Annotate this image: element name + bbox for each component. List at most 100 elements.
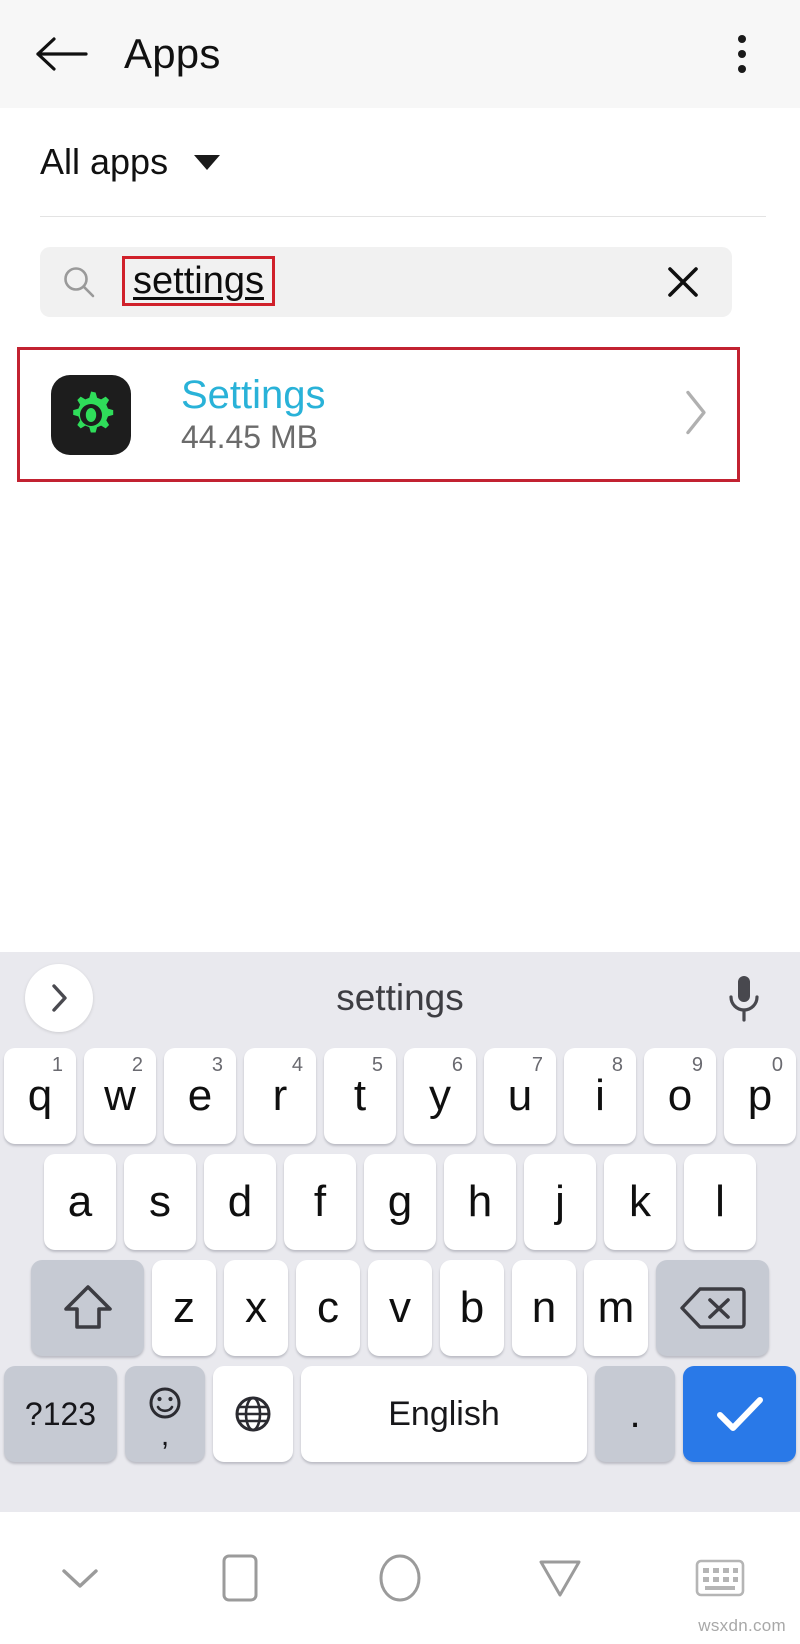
search-input[interactable]: settings bbox=[40, 247, 732, 317]
key-label: e bbox=[187, 1071, 213, 1120]
keyboard-row-4: ?123 , English . bbox=[0, 1366, 800, 1462]
key-u[interactable]: 7u bbox=[484, 1048, 556, 1144]
suggestion-bar: settings bbox=[0, 952, 800, 1044]
key-num: 7 bbox=[531, 1054, 543, 1076]
key-b[interactable]: b bbox=[440, 1260, 504, 1356]
key-k[interactable]: k bbox=[604, 1154, 676, 1250]
key-shift[interactable] bbox=[31, 1260, 144, 1356]
key-label: d bbox=[227, 1177, 253, 1226]
key-v[interactable]: v bbox=[368, 1260, 432, 1356]
key-label: h bbox=[467, 1177, 493, 1226]
nav-home[interactable] bbox=[320, 1512, 480, 1644]
key-q[interactable]: 1q bbox=[4, 1048, 76, 1144]
key-j[interactable]: j bbox=[524, 1154, 596, 1250]
phone-screen: Apps All apps settings Settings 44.45 MB… bbox=[0, 0, 800, 1644]
search-icon bbox=[64, 267, 95, 298]
key-num: 8 bbox=[611, 1054, 623, 1076]
app-list-item-settings[interactable]: Settings 44.45 MB bbox=[20, 350, 737, 479]
key-z[interactable]: z bbox=[152, 1260, 216, 1356]
key-period[interactable]: . bbox=[595, 1366, 675, 1462]
key-s[interactable]: s bbox=[124, 1154, 196, 1250]
nav-hide-keyboard[interactable] bbox=[0, 1512, 160, 1644]
key-x[interactable]: x bbox=[224, 1260, 288, 1356]
key-symbols[interactable]: ?123 bbox=[4, 1366, 117, 1462]
key-num: 3 bbox=[211, 1054, 223, 1076]
search-text-annotation: settings bbox=[122, 256, 275, 306]
key-backspace[interactable] bbox=[656, 1260, 769, 1356]
more-vertical-icon bbox=[738, 35, 746, 43]
microphone-icon bbox=[729, 976, 759, 1022]
key-label: t bbox=[353, 1071, 367, 1120]
key-label: b bbox=[459, 1283, 485, 1332]
key-num: 5 bbox=[371, 1054, 383, 1076]
key-h[interactable]: h bbox=[444, 1154, 516, 1250]
smiley-icon bbox=[149, 1387, 181, 1418]
key-n[interactable]: n bbox=[512, 1260, 576, 1356]
settings-app-icon bbox=[51, 374, 131, 455]
key-label: u bbox=[507, 1071, 533, 1120]
keyboard-row-1: 1q 2w 3e 4r 5t 6y 7u 8i 9o 0p bbox=[0, 1048, 800, 1144]
key-g[interactable]: g bbox=[364, 1154, 436, 1250]
key-label: v bbox=[389, 1283, 411, 1332]
arrow-left-icon bbox=[36, 37, 88, 71]
key-label: m bbox=[597, 1283, 635, 1332]
open-app-chevron[interactable] bbox=[681, 386, 711, 443]
key-label: . bbox=[629, 1392, 641, 1436]
back-button[interactable] bbox=[30, 22, 94, 86]
search-result-annotation: Settings 44.45 MB bbox=[17, 347, 740, 482]
key-l[interactable]: l bbox=[684, 1154, 756, 1250]
key-e[interactable]: 3e bbox=[164, 1048, 236, 1144]
key-num: 1 bbox=[51, 1054, 63, 1076]
search-input-value: settings bbox=[133, 260, 264, 303]
key-i[interactable]: 8i bbox=[564, 1048, 636, 1144]
keyboard-row-2: a s d f g h j k l bbox=[0, 1154, 800, 1250]
key-p[interactable]: 0p bbox=[724, 1048, 796, 1144]
nav-recents[interactable] bbox=[160, 1512, 320, 1644]
voice-input-button[interactable] bbox=[720, 970, 768, 1026]
key-num: 2 bbox=[131, 1054, 143, 1076]
key-label: r bbox=[272, 1071, 288, 1120]
key-label: w bbox=[104, 1071, 136, 1120]
system-nav-bar bbox=[0, 1512, 800, 1644]
key-f[interactable]: f bbox=[284, 1154, 356, 1250]
app-name: Settings bbox=[181, 373, 326, 418]
key-emoji[interactable]: , bbox=[125, 1366, 205, 1462]
key-label: x bbox=[245, 1283, 267, 1332]
comma-label: , bbox=[160, 1418, 170, 1452]
all-apps-filter[interactable]: All apps bbox=[0, 108, 800, 216]
key-label: q bbox=[27, 1071, 53, 1120]
clear-search-button[interactable] bbox=[662, 261, 704, 303]
key-r[interactable]: 4r bbox=[244, 1048, 316, 1144]
chevron-right-icon bbox=[52, 984, 67, 1012]
key-space[interactable]: English bbox=[301, 1366, 587, 1462]
key-language-switch[interactable] bbox=[213, 1366, 293, 1462]
keyboard-row-3: z x c v b n m bbox=[0, 1260, 800, 1356]
key-y[interactable]: 6y bbox=[404, 1048, 476, 1144]
key-w[interactable]: 2w bbox=[84, 1048, 156, 1144]
key-label: s bbox=[149, 1177, 171, 1226]
caret-down-icon bbox=[194, 154, 221, 170]
nav-back[interactable] bbox=[480, 1512, 640, 1644]
overflow-menu-button[interactable] bbox=[714, 22, 770, 86]
key-label: y bbox=[429, 1071, 451, 1120]
keyboard-icon bbox=[695, 1559, 745, 1597]
key-num: 0 bbox=[771, 1054, 783, 1076]
globe-icon bbox=[235, 1396, 271, 1432]
key-num: 9 bbox=[691, 1054, 703, 1076]
key-c[interactable]: c bbox=[296, 1260, 360, 1356]
key-t[interactable]: 5t bbox=[324, 1048, 396, 1144]
suggestion-word[interactable]: settings bbox=[336, 977, 464, 1019]
key-label: k bbox=[629, 1177, 651, 1226]
expand-suggestions-button[interactable] bbox=[25, 964, 93, 1032]
key-label: p bbox=[747, 1071, 773, 1120]
key-enter[interactable] bbox=[683, 1366, 796, 1462]
key-m[interactable]: m bbox=[584, 1260, 648, 1356]
key-a[interactable]: a bbox=[44, 1154, 116, 1250]
virtual-keyboard: settings 1q 2w 3e 4r 5t 6y 7u 8i 9o 0p a… bbox=[0, 952, 800, 1512]
key-d[interactable]: d bbox=[204, 1154, 276, 1250]
page-title: Apps bbox=[124, 30, 221, 77]
key-o[interactable]: 9o bbox=[644, 1048, 716, 1144]
checkmark-icon bbox=[716, 1397, 763, 1431]
filter-label: All apps bbox=[40, 141, 169, 182]
app-bar: Apps bbox=[0, 0, 800, 108]
